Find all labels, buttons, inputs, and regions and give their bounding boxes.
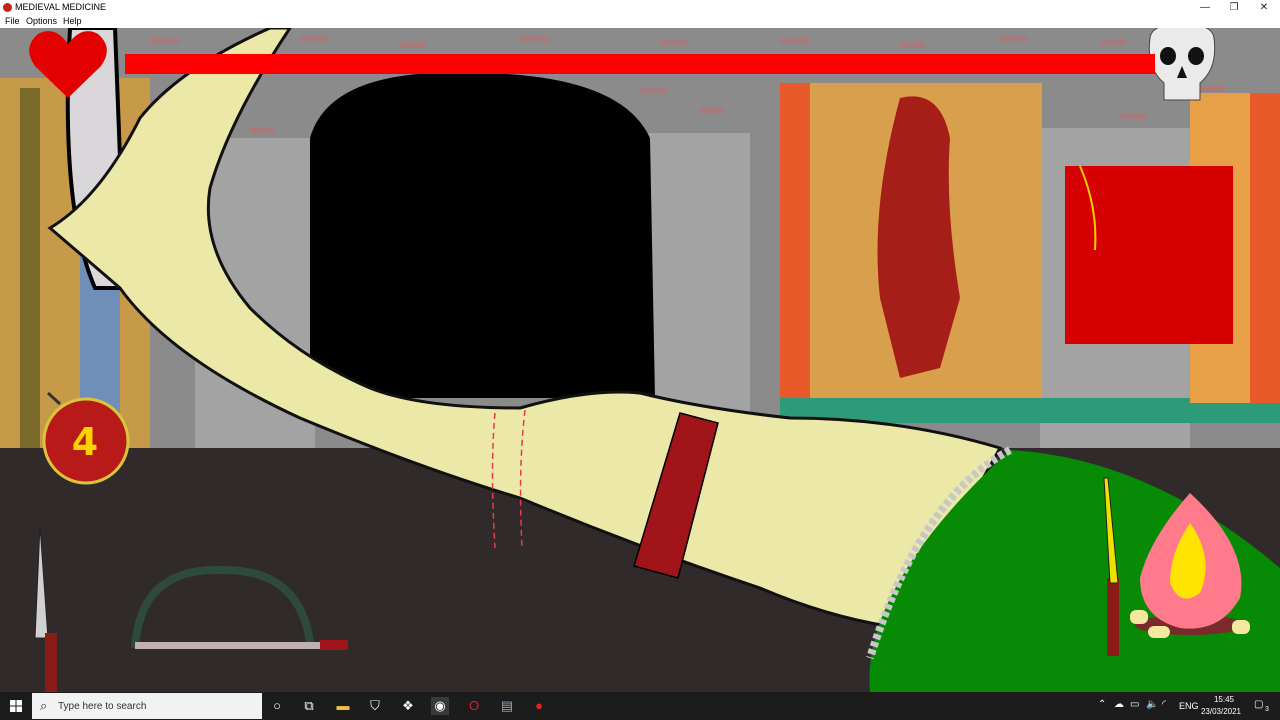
volume-icon[interactable]: 🔈: [1146, 699, 1158, 710]
minimize-button[interactable]: —: [1190, 0, 1220, 15]
game-scene[interactable]: 4: [0, 28, 1280, 692]
windows-start-icon[interactable]: [10, 700, 22, 712]
steam-icon[interactable]: ◉: [431, 697, 449, 715]
wifi-icon[interactable]: ◜: [1162, 699, 1166, 710]
pillar: [640, 133, 750, 433]
notepad-icon[interactable]: ▤: [498, 697, 516, 715]
cortana-icon[interactable]: ○: [268, 697, 286, 715]
health-bar: [125, 54, 1155, 74]
notification-icon[interactable]: ▢: [1254, 699, 1263, 710]
title-bar: MEDIEVAL MEDICINE — ❐ ✕: [0, 0, 1280, 15]
taskbar: ⌕ Type here to search ○ ⧉ ▬ ⛉ ❖ ◉ O ▤ ● …: [0, 692, 1280, 720]
close-button[interactable]: ✕: [1249, 0, 1279, 15]
battery-icon[interactable]: ▭: [1130, 699, 1139, 710]
window-title: MEDIEVAL MEDICINE: [15, 2, 107, 12]
menu-help[interactable]: Help: [63, 16, 82, 26]
dark-archway: [310, 72, 655, 399]
search-icon: ⌕: [40, 698, 48, 713]
language-indicator[interactable]: ENG: [1179, 701, 1199, 711]
search-placeholder: Type here to search: [58, 701, 147, 712]
menu-bar: File Options Help: [0, 15, 1280, 28]
bomb-count: 4: [71, 420, 99, 464]
torch[interactable]: [1107, 578, 1119, 656]
cloud-icon[interactable]: ☁: [1114, 699, 1124, 710]
clock-time[interactable]: 15:45: [1203, 695, 1245, 704]
app-icon[interactable]: ❖: [399, 697, 417, 715]
file-explorer-icon[interactable]: ▬: [334, 697, 352, 715]
app-icon: [3, 3, 12, 12]
scene-art: [0, 28, 1280, 692]
game-taskbar-icon[interactable]: ●: [530, 697, 548, 715]
clock-date[interactable]: 23/03/2021: [1197, 707, 1245, 716]
opera-icon[interactable]: O: [465, 697, 483, 715]
restore-button[interactable]: ❐: [1219, 0, 1249, 15]
tray-chevron-icon[interactable]: ⌃: [1098, 699, 1106, 710]
taskbar-search-box[interactable]: ⌕ Type here to search: [32, 693, 262, 719]
task-view-icon[interactable]: ⧉: [300, 697, 318, 715]
shield-icon[interactable]: ⛉: [366, 697, 384, 715]
menu-file[interactable]: File: [5, 16, 20, 26]
notification-count: 3: [1265, 706, 1269, 713]
menu-options[interactable]: Options: [26, 16, 57, 26]
